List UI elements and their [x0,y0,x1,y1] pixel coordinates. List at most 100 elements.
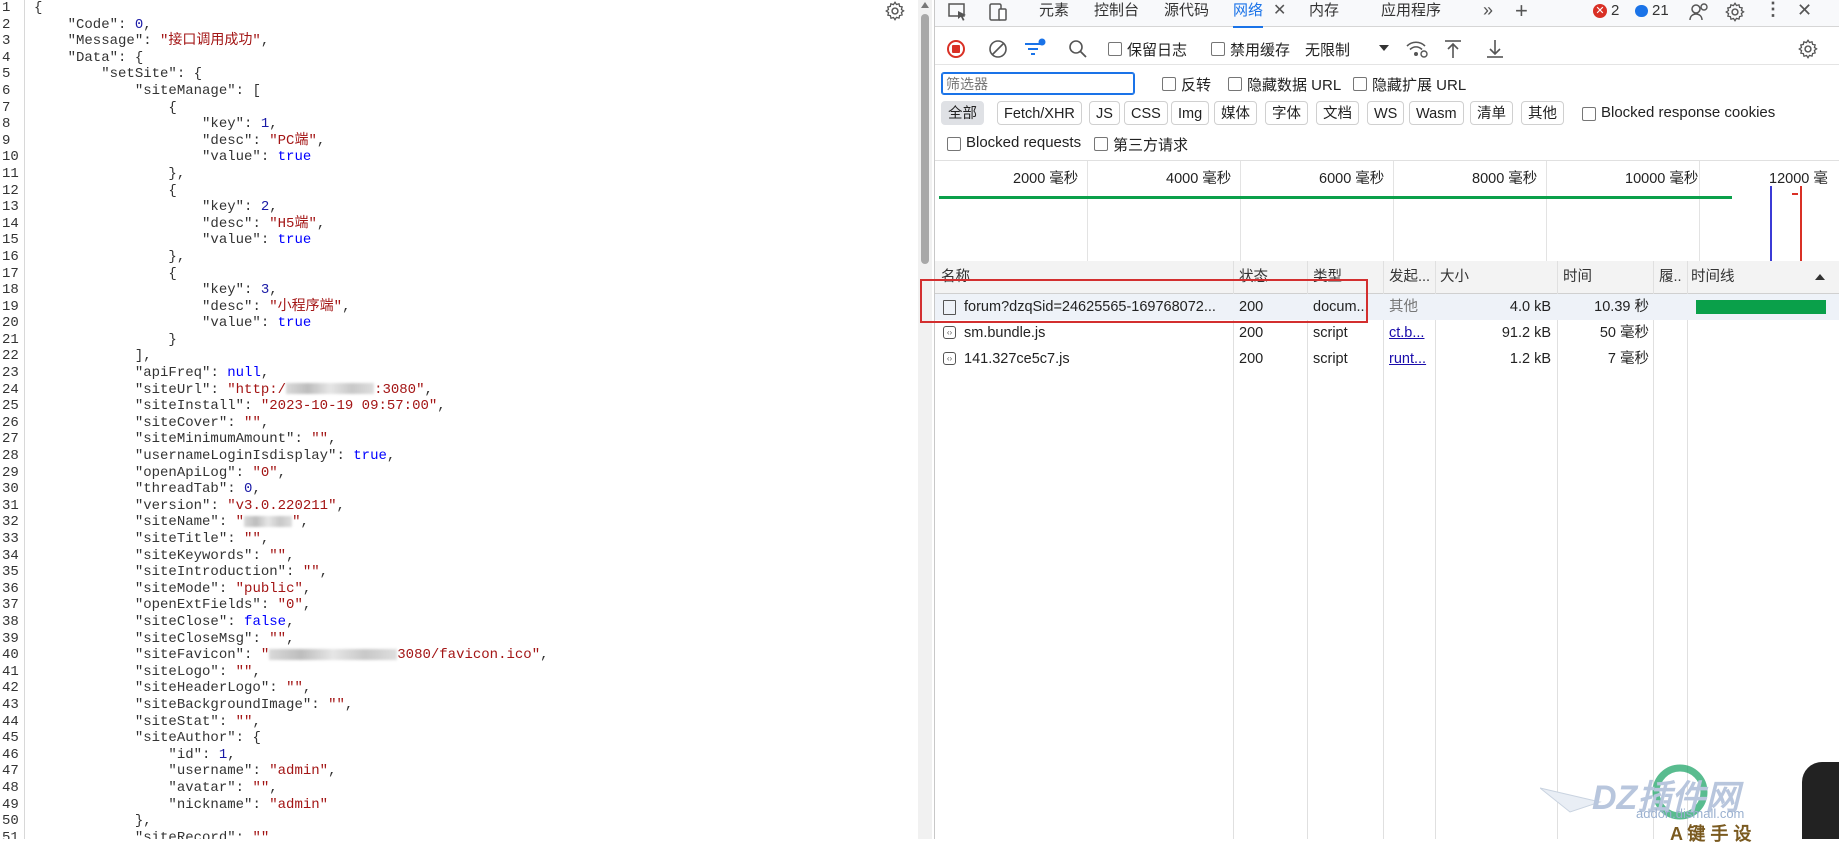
error-count[interactable]: 2 [1611,2,1619,19]
network-conditions-icon[interactable] [1405,38,1429,60]
error-icon[interactable]: ✕ [1593,4,1607,18]
column-time[interactable]: 时间 [1563,261,1592,293]
issues-icon[interactable] [1688,1,1710,23]
line-number: 21 [2,331,19,348]
blocked-cookies-checkbox[interactable] [1582,107,1596,121]
scroll-thumb[interactable] [921,14,929,264]
code-token: : [311,696,329,713]
column-waterfall[interactable]: 时间线 [1691,261,1735,293]
chip-font[interactable]: 字体 [1265,101,1308,125]
add-tab-icon[interactable]: + [1515,0,1528,24]
chip-doc[interactable]: 文档 [1316,101,1359,125]
filter-icon[interactable] [1023,38,1047,60]
code-token: "" [244,531,261,547]
disable-cache-checkbox[interactable] [1211,42,1225,56]
code-token: "接口调用成功" [160,33,261,50]
code-line: { [34,266,914,283]
network-settings-gear-icon[interactable] [1797,38,1819,60]
download-har-icon[interactable] [1485,38,1505,60]
code-token: , [300,514,309,531]
code-token: "" [235,713,253,730]
code-token: : [260,232,278,249]
inspect-element-icon[interactable] [947,2,969,22]
tab-console[interactable]: 控制台 [1094,0,1139,26]
request-initiator-link[interactable]: ct.b... [1389,320,1433,346]
code-token: true [277,315,312,332]
message-count[interactable]: 21 [1652,2,1669,19]
device-toolbar-icon[interactable] [987,2,1009,22]
clear-icon[interactable] [987,38,1009,60]
code-line: "siteClose": false, [34,614,914,631]
request-initiator-link[interactable]: runt... [1389,346,1433,372]
tab-application[interactable]: 应用程序 [1381,0,1441,26]
hide-ext-url-checkbox[interactable] [1353,77,1367,91]
overview-tick-label: 6000 毫秒 [1319,171,1385,187]
chip-manifest[interactable]: 清单 [1470,101,1513,125]
tab-memory[interactable]: 内存 [1309,0,1339,26]
tab-elements[interactable]: 元素 [1039,0,1069,26]
code-token: , [386,448,396,465]
more-tabs-icon[interactable]: » [1483,0,1493,21]
gear-icon[interactable] [884,0,906,22]
line-number: 16 [2,248,19,265]
hide-data-url-checkbox[interactable] [1228,77,1242,91]
vertical-scrollbar[interactable] [918,0,932,839]
code-token: "2023-10-19 09:57:00" [260,398,438,415]
line-number: 46 [2,746,19,763]
code-token: "siteTitle" [34,531,228,547]
close-tab-icon[interactable]: ✕ [1273,0,1286,20]
tab-sources[interactable]: 源代码 [1164,0,1209,26]
chip-img[interactable]: Img [1171,101,1210,125]
sort-ascending-icon[interactable] [1815,274,1825,280]
code-token: "siteLogo" [34,663,219,680]
network-overview[interactable]: 2000 毫秒 4000 毫秒 6000 毫秒 8000 毫秒 10000 毫秒… [935,160,1839,262]
column-fulfilled[interactable]: 履.. [1659,261,1687,293]
request-status: 200 [1239,325,1264,341]
chip-all[interactable]: 全部 [941,101,984,125]
chip-js[interactable]: JS [1089,101,1120,125]
column-initiator[interactable]: 发起... [1389,261,1437,293]
column-size[interactable]: 大小 [1440,261,1469,293]
close-devtools-icon[interactable]: ✕ [1797,0,1812,21]
code-token: "key" [34,282,245,299]
chip-fetch-xhr[interactable]: Fetch/XHR [997,101,1082,125]
chip-wasm[interactable]: Wasm [1409,101,1464,125]
line-number: 30 [2,481,19,498]
chip-css[interactable]: CSS [1124,101,1168,125]
code-token: "username" [34,763,253,780]
request-row[interactable]: ‹› 141.327ce5c7.js 200 script runt... 1.… [935,346,1839,372]
chip-other[interactable]: 其他 [1521,101,1564,125]
line-number: 51 [2,829,19,839]
scroll-up-arrow-icon[interactable] [921,2,929,8]
code-token: "siteBackgroundImage" [34,696,312,713]
preserve-log-checkbox[interactable] [1108,42,1122,56]
settings-gear-icon[interactable] [1724,1,1746,23]
more-options-icon[interactable]: ⋮ [1764,0,1782,20]
chip-media[interactable]: 媒体 [1214,101,1257,125]
throttle-select[interactable]: 无限制 [1305,39,1350,60]
code-token: : [260,597,278,614]
message-icon[interactable] [1635,5,1648,17]
code-token: , [286,630,295,647]
request-name[interactable]: sm.bundle.js [964,320,1230,346]
code-token: "avatar" [34,779,236,796]
code-token: "0" [252,464,278,481]
record-stop-icon[interactable] [947,40,965,58]
code-token: , [269,199,278,216]
request-name[interactable]: 141.327ce5c7.js [964,346,1230,372]
request-row[interactable]: ‹› sm.bundle.js 200 script ct.b... 91.2 … [935,320,1839,346]
code-token: : [336,448,354,465]
code-token: "" [269,630,287,647]
code-token: , [269,829,278,839]
search-icon[interactable] [1067,38,1089,60]
chip-ws[interactable]: WS [1367,101,1405,125]
code-token: : [ [235,82,261,99]
code-token: , [260,33,270,50]
blocked-requests-checkbox[interactable] [947,137,961,151]
invert-checkbox[interactable] [1162,77,1176,91]
upload-har-icon[interactable] [1443,38,1463,60]
tab-network[interactable]: 网络 [1233,0,1264,28]
third-party-checkbox[interactable] [1094,137,1108,151]
chevron-down-icon[interactable] [1379,45,1389,51]
filter-input[interactable] [941,72,1135,95]
